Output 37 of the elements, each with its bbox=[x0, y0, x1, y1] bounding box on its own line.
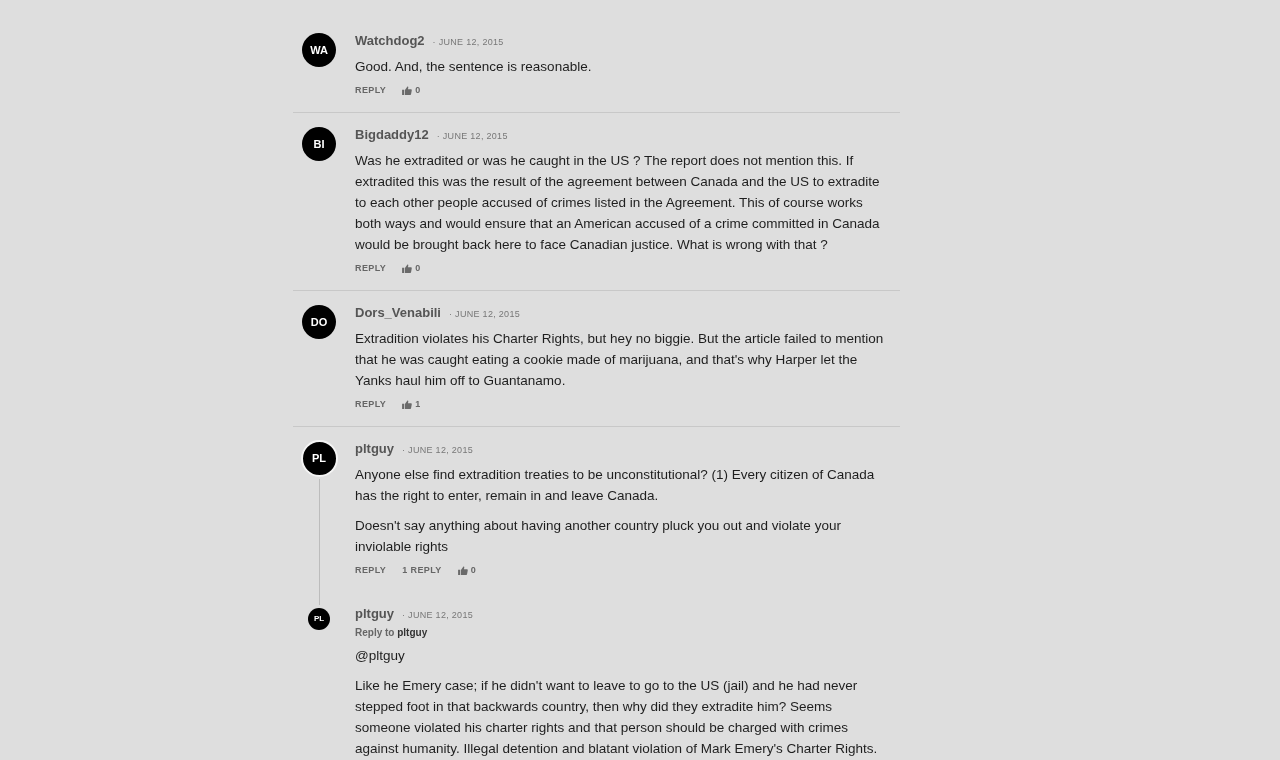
comment-date: · JUNE 12, 2015 bbox=[436, 130, 508, 143]
comment-date: · JUNE 12, 2015 bbox=[402, 609, 474, 622]
comment-text: Like he Emery case; if he didn't want to leave to go to the US (jail) and he had never stepped foot in that backwards country, then why did they extradite him? Seems someone violated his charter rights and that person should be charged with crimes against humanity. Illegal detention and blatant violation of Mark Emery's Charter Rights. bbox=[355, 677, 879, 758]
thumbs-up-icon bbox=[457, 565, 468, 575]
reply-link[interactable]: REPLY bbox=[355, 562, 387, 578]
avatar: PL bbox=[300, 440, 338, 477]
comment-text: Doesn't say anything about having another country pluck you out and violate your inviolable rights bbox=[355, 517, 842, 556]
reply-link[interactable]: REPLY bbox=[355, 260, 387, 276]
author-name[interactable]: pltguy bbox=[355, 440, 394, 458]
like-button[interactable]: 1 bbox=[402, 396, 421, 412]
thumbs-up-icon bbox=[402, 399, 413, 409]
comment-text: Extradition violates his Charter Rights, but hey no biggie. But the article failed to mention that he was caught eating a cookie made of marijuana, and that's why Harper let the Yanks haul him off to Guantanamo. bbox=[355, 330, 885, 390]
avatar: WA bbox=[302, 33, 336, 67]
like-button[interactable]: 0 bbox=[402, 82, 421, 98]
comment-text: @pltguy bbox=[355, 647, 406, 665]
thumbs-up-icon bbox=[402, 263, 413, 273]
reply-to-link[interactable]: pltguy bbox=[397, 627, 428, 638]
reply-link[interactable]: REPLY bbox=[355, 396, 387, 412]
avatar: DO bbox=[302, 305, 336, 339]
comment-date: · JUNE 12, 2015 bbox=[432, 36, 504, 49]
author-name[interactable]: Dors_Venabili bbox=[355, 304, 441, 322]
avatar: PL bbox=[308, 608, 330, 630]
comment-text: Was he extradited or was he caught in the US ? The report does not mention this. If extradited this was the result of the agreement between Canada and the US to extradite to each other people accused of crimes listed in the Agreement. This of course works both ways and would ensure that an American accused of a crime committed in Canada would be brought back here to face Canadian justice. What is wrong with that ? bbox=[355, 152, 881, 254]
reply-to-label: Reply to bbox=[355, 627, 395, 638]
author-name[interactable]: Bigdaddy12 bbox=[355, 126, 429, 144]
avatar: BI bbox=[302, 127, 336, 161]
thumbs-up-icon bbox=[402, 85, 413, 95]
comment-text: Good. And, the sentence is reasonable. bbox=[355, 58, 593, 76]
author-name[interactable]: pltguy bbox=[355, 605, 394, 623]
comment-text: Anyone else find extradition treaties to be unconstitutional? (1) Every citizen of Canada has the right to enter, remain in and leave Canada. bbox=[355, 466, 876, 505]
author-name[interactable]: Watchdog2 bbox=[355, 32, 425, 50]
comment-date: · JUNE 12, 2015 bbox=[402, 444, 474, 457]
like-button[interactable]: 0 bbox=[402, 260, 421, 276]
replies-link[interactable]: 1 REPLY bbox=[402, 562, 442, 578]
reply-link[interactable]: REPLY bbox=[355, 82, 387, 98]
like-button[interactable]: 0 bbox=[457, 562, 477, 578]
comment-date: · JUNE 12, 2015 bbox=[449, 308, 521, 321]
